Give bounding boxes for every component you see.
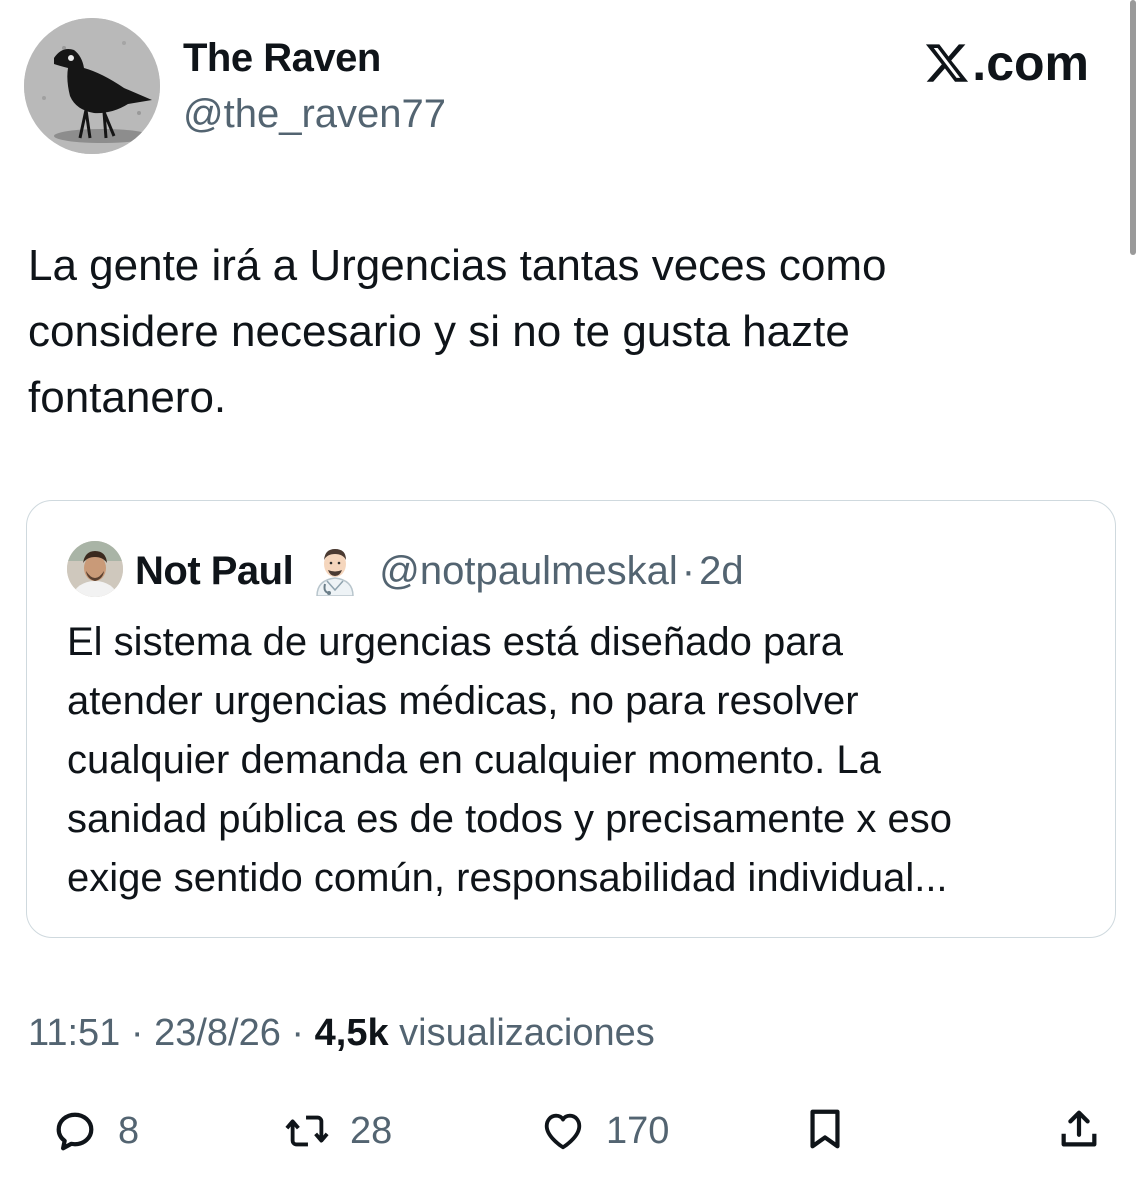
repost-button[interactable]: 28: [284, 1108, 392, 1154]
quoted-author-name[interactable]: Not Paul: [135, 549, 294, 594]
quoted-tweet-text: El sistema de urgencias está diseñado pa…: [67, 613, 1097, 908]
quoted-author-handle[interactable]: @notpaulmeskal: [379, 549, 678, 594]
bookmark-icon: [810, 1109, 840, 1149]
quoted-text-line: atender urgencias médicas, no para resol…: [67, 679, 859, 723]
quoted-text-line: sanidad pública es de todos y precisamen…: [67, 797, 952, 841]
repost-icon: [285, 1115, 329, 1147]
quoted-text-line: El sistema de urgencias está diseñado pa…: [67, 620, 844, 664]
person-avatar-icon: [67, 541, 123, 597]
author-avatar[interactable]: [24, 18, 160, 154]
meta-separator: ·: [130, 1012, 144, 1054]
action-bar: 8 28 170: [0, 1100, 1144, 1170]
quoted-tweet-age[interactable]: 2d: [699, 549, 744, 594]
author-display-name[interactable]: The Raven: [183, 36, 381, 81]
quoted-tweet-header: Not Paul @notpaulmeskal · 2d: [135, 543, 744, 599]
bookmark-button[interactable]: [802, 1106, 848, 1152]
raven-avatar-icon: [24, 18, 160, 154]
repost-count: 28: [350, 1109, 393, 1152]
author-handle[interactable]: @the_raven77: [183, 92, 446, 137]
reply-icon: [56, 1112, 94, 1151]
tweet-time[interactable]: 11:51: [28, 1012, 120, 1054]
scrollbar[interactable]: [1130, 0, 1136, 255]
tweet-text: La gente irá a Urgencias tantas veces co…: [28, 233, 1108, 431]
like-icon: [544, 1113, 582, 1150]
views-count: 4,5k: [314, 1012, 389, 1054]
like-count: 170: [606, 1109, 670, 1152]
quoted-tweet-card[interactable]: Not Paul @notpaulmeskal · 2d El sistema …: [26, 500, 1116, 938]
x-logo-icon: [926, 44, 969, 82]
like-button[interactable]: 170: [540, 1108, 669, 1154]
tweet-metadata: 11:51 · 23/8/26 · 4,5k visualizaciones: [28, 1012, 655, 1055]
tweet-date[interactable]: 23/8/26: [154, 1012, 281, 1054]
quoted-text-line: exige sentido común, responsabilidad ind…: [67, 856, 948, 900]
source-text: .com: [972, 35, 1089, 91]
meta-separator: ·: [291, 1012, 305, 1054]
reply-count: 8: [118, 1109, 140, 1152]
source-badge: .com: [924, 34, 1089, 92]
share-button[interactable]: [1056, 1106, 1102, 1152]
reply-button[interactable]: 8: [52, 1108, 139, 1154]
quoted-author-avatar[interactable]: [67, 541, 123, 597]
tweet-text-line: considere necesario y si no te gusta haz…: [28, 307, 850, 356]
doctor-emoji-icon: [316, 549, 354, 596]
quoted-text-line: cualquier demanda en cualquier momento. …: [67, 738, 881, 782]
meta-separator: ·: [681, 548, 696, 593]
share-icon: [1061, 1110, 1097, 1147]
tweet-text-line: fontanero.: [28, 373, 227, 422]
views-label: visualizaciones: [399, 1012, 655, 1054]
tweet-text-line: La gente irá a Urgencias tantas veces co…: [28, 241, 887, 290]
